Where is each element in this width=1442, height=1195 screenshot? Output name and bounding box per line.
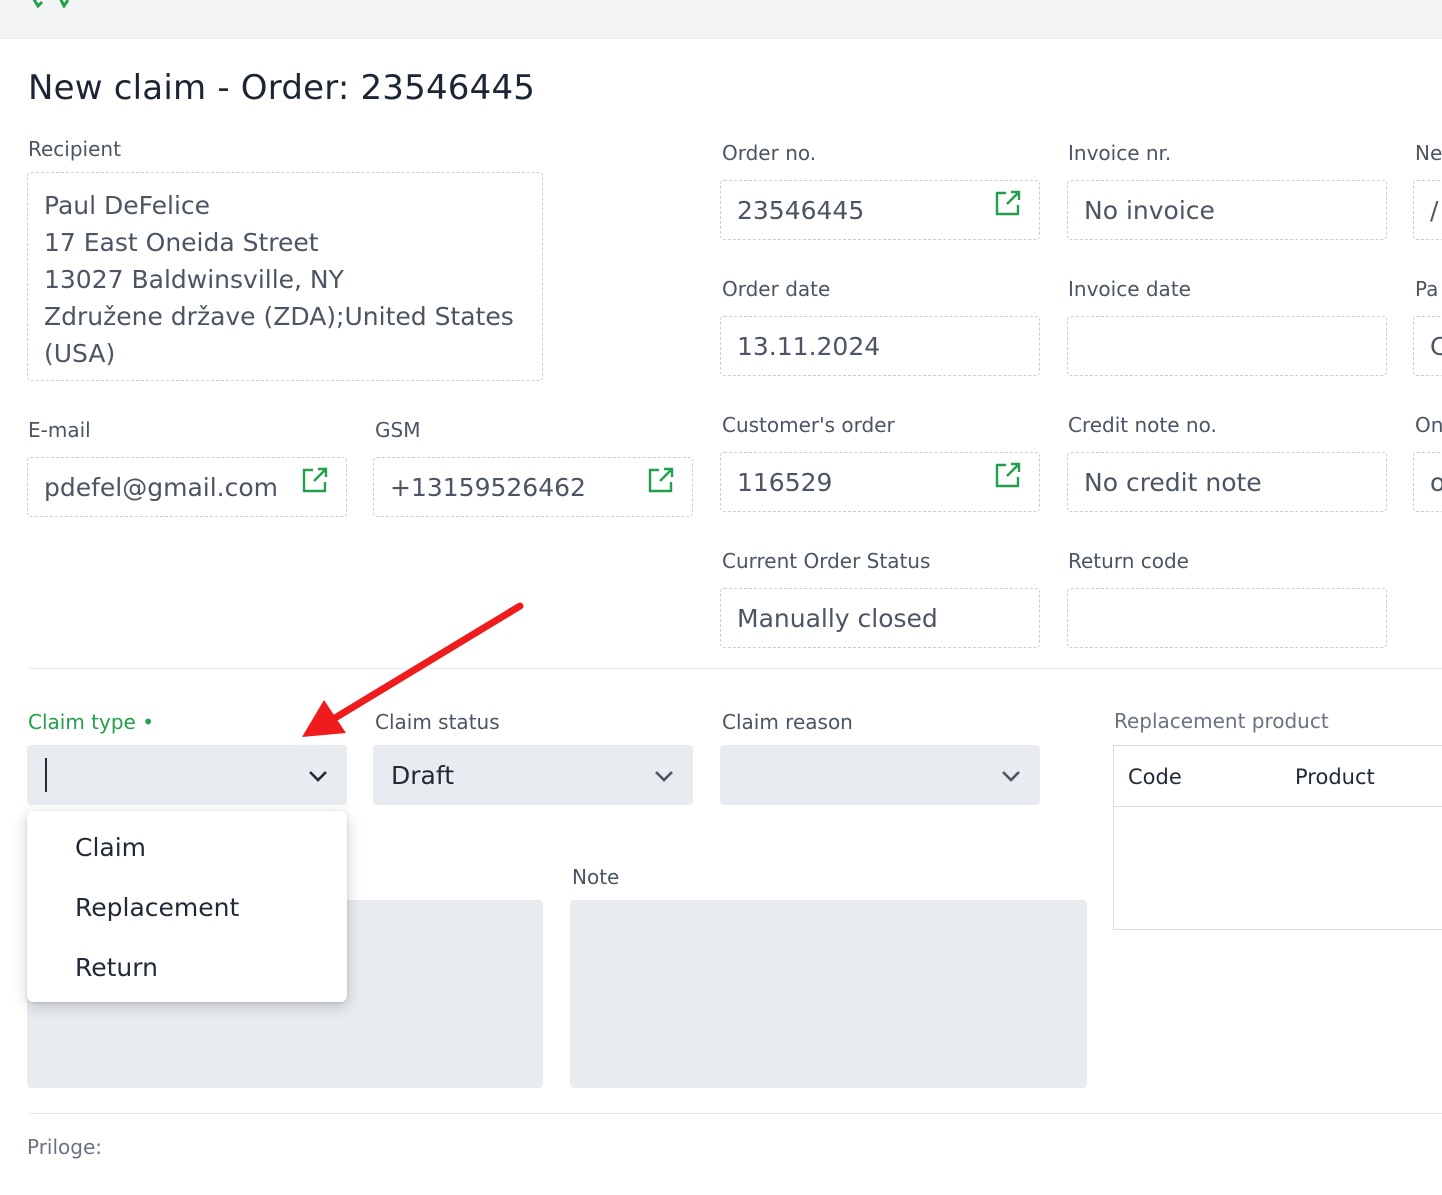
col3-label-3: On: [1415, 413, 1442, 437]
order-no-label: Order no.: [722, 141, 817, 165]
recipient-address: Paul DeFelice 17 East Oneida Street 1302…: [27, 172, 543, 381]
order-date-label: Order date: [722, 277, 831, 301]
order-status-field: Manually closed: [720, 588, 1040, 648]
customer-order-value: 116529: [737, 467, 833, 497]
recipient-line: 17 East Oneida Street: [44, 228, 319, 257]
order-date-value: 13.11.2024: [737, 331, 881, 361]
claim-type-select[interactable]: [27, 745, 347, 805]
note-textarea[interactable]: [570, 900, 1087, 1088]
return-code-label: Return code: [1068, 549, 1189, 573]
chevron-down-icon[interactable]: [307, 765, 329, 787]
attachments-label: Priloge:: [27, 1135, 103, 1159]
claim-status-label: Claim status: [375, 710, 500, 734]
gsm-field: +13159526462: [373, 457, 693, 517]
invoice-nr-value: No invoice: [1084, 195, 1215, 225]
claim-type-label-text: Claim type: [28, 710, 136, 734]
recipient-line: Združene države (ZDA);United States: [44, 302, 514, 331]
claim-type-dropdown-menu: Claim Replacement Return: [27, 811, 347, 1002]
dropdown-option-replacement[interactable]: Replacement: [75, 893, 239, 922]
order-status-label: Current Order Status: [722, 549, 931, 573]
email-field: pdefel@gmail.com: [27, 457, 347, 517]
col3-value-3: o: [1430, 468, 1442, 497]
recipient-line: (USA): [44, 339, 116, 368]
credit-note-label: Credit note no.: [1068, 413, 1217, 437]
credit-note-field: No credit note: [1067, 452, 1387, 512]
invoice-date-label: Invoice date: [1068, 277, 1191, 301]
gsm-label: GSM: [375, 418, 421, 442]
order-no-field: 23546445: [720, 180, 1040, 240]
email-value: pdefel@gmail.com: [44, 472, 279, 502]
column-product[interactable]: Product: [1295, 765, 1375, 789]
logo-icon[interactable]: [30, 0, 70, 8]
external-link-icon[interactable]: [993, 460, 1023, 490]
section-divider: [29, 668, 1442, 669]
email-label: E-mail: [28, 418, 91, 442]
required-marker: •: [142, 710, 155, 734]
dropdown-option-claim[interactable]: Claim: [75, 833, 146, 862]
col3-value-1: /: [1430, 195, 1439, 225]
claim-status-value: Draft: [391, 760, 455, 790]
replacement-product-label: Replacement product: [1114, 709, 1329, 733]
col3-value-2: C: [1430, 332, 1442, 361]
external-link-icon[interactable]: [993, 188, 1023, 218]
col3-field-1: /: [1413, 180, 1442, 240]
customer-order-label: Customer's order: [722, 413, 895, 437]
table-header: Code Product: [1114, 746, 1442, 807]
order-no-value: 23546445: [737, 195, 865, 225]
claim-status-select[interactable]: Draft: [373, 745, 693, 805]
top-bar: [0, 0, 1442, 39]
recipient-label: Recipient: [28, 137, 121, 161]
invoice-nr-label: Invoice nr.: [1068, 141, 1172, 165]
invoice-nr-field: No invoice: [1067, 180, 1387, 240]
external-link-icon[interactable]: [300, 465, 330, 495]
order-status-value: Manually closed: [737, 603, 938, 633]
claim-type-label: Claim type •: [28, 710, 154, 734]
dropdown-option-return[interactable]: Return: [75, 953, 158, 982]
recipient-line: Paul DeFelice: [44, 191, 211, 220]
col3-label-2: Pa: [1415, 277, 1439, 301]
invoice-date-field: [1067, 316, 1387, 376]
note-label: Note: [572, 865, 620, 889]
column-code[interactable]: Code: [1128, 765, 1182, 789]
page-title: New claim - Order: 23546445: [28, 68, 536, 108]
return-code-field: [1067, 588, 1387, 648]
order-date-field: 13.11.2024: [720, 316, 1040, 376]
col3-label-1: Ne: [1415, 141, 1442, 165]
col3-field-3: o: [1413, 452, 1442, 512]
credit-note-value: No credit note: [1084, 467, 1262, 497]
section-divider: [29, 1113, 1442, 1114]
claim-reason-select[interactable]: [720, 745, 1040, 805]
recipient-line: 13027 Baldwinsville, NY: [44, 265, 344, 294]
col3-field-2: C: [1413, 316, 1442, 376]
gsm-value: +13159526462: [390, 472, 586, 502]
text-caret: [45, 758, 47, 792]
external-link-icon[interactable]: [646, 465, 676, 495]
claim-reason-label: Claim reason: [722, 710, 853, 734]
customer-order-field: 116529: [720, 452, 1040, 512]
chevron-down-icon[interactable]: [1000, 765, 1022, 787]
replacement-product-table: Code Product: [1113, 745, 1442, 930]
chevron-down-icon[interactable]: [653, 765, 675, 787]
